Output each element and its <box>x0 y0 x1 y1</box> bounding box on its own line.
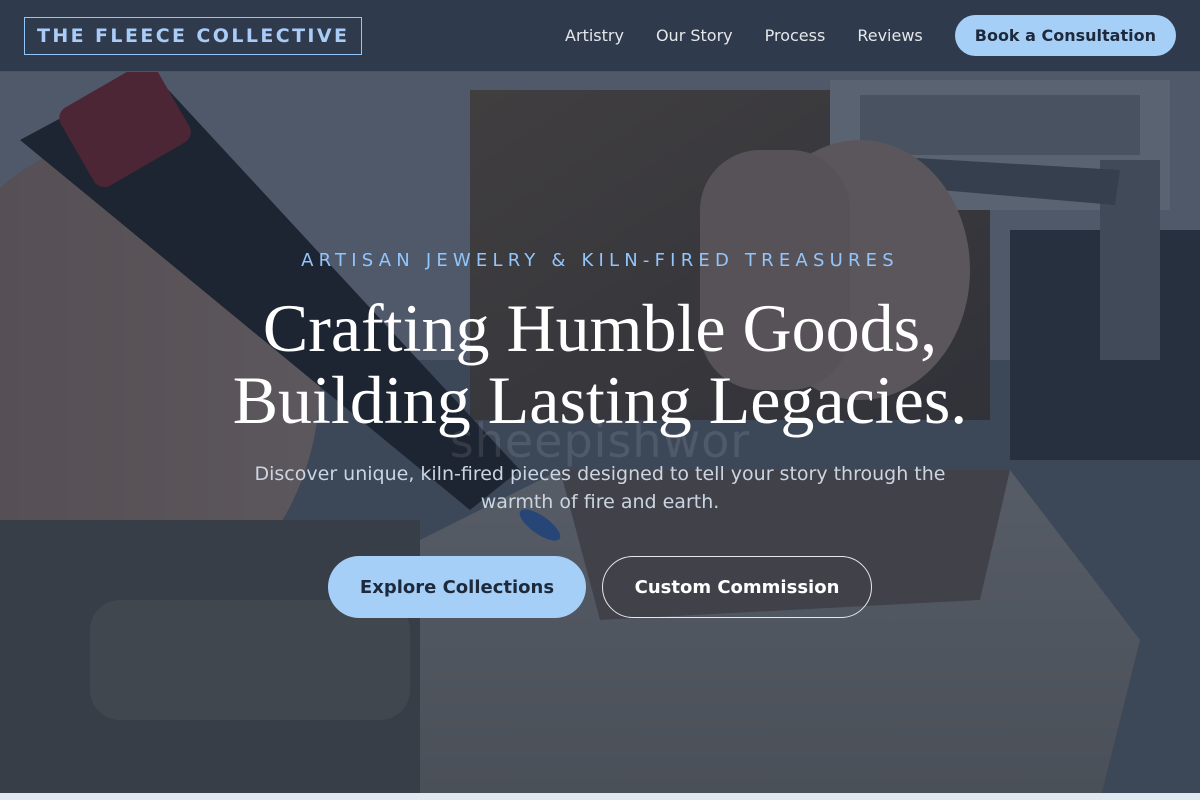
hero-headline-line-1: Crafting Humble Goods, <box>262 290 938 366</box>
hero-subtext: Discover unique, kiln-fired pieces desig… <box>254 463 946 513</box>
custom-commission-button[interactable]: Custom Commission <box>602 556 872 618</box>
nav-menu: Artistry Our Story Process Reviews Book … <box>565 15 1176 56</box>
nav-link-reviews[interactable]: Reviews <box>857 26 922 45</box>
brand-logo[interactable]: THE FLEECE COLLECTIVE <box>24 16 363 55</box>
nav-link-artistry[interactable]: Artistry <box>565 26 624 45</box>
nav-link-our-story[interactable]: Our Story <box>656 26 733 45</box>
book-consultation-button[interactable]: Book a Consultation <box>954 15 1176 56</box>
hero-eyebrow: ARTISAN JEWELRY & KILN-FIRED TREASURES <box>301 250 899 271</box>
hero-section: ARTISAN JEWELRY & KILN-FIRED TREASURES C… <box>0 0 1200 800</box>
top-navigation-bar: THE FLEECE COLLECTIVE Artistry Our Story… <box>0 0 1200 72</box>
nav-link-process[interactable]: Process <box>765 26 826 45</box>
hero-actions: Explore Collections Custom Commission <box>0 556 1200 618</box>
explore-collections-button[interactable]: Explore Collections <box>328 556 586 618</box>
